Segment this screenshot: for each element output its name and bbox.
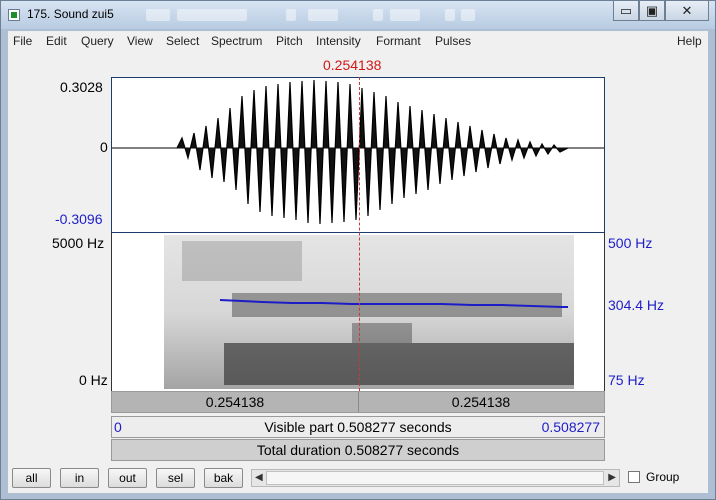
menu-pulses[interactable]: Pulses bbox=[435, 34, 471, 48]
zoom-back-button[interactable]: bak bbox=[204, 468, 243, 488]
total-duration-label: Total duration 0.508277 seconds bbox=[256, 442, 460, 458]
sound-editor-window: 175. Sound zui5 ▭ ▣ ✕ File Edit Query Vi… bbox=[0, 0, 716, 500]
background-taskbar-blur bbox=[308, 9, 338, 21]
window-title: 175. Sound zui5 bbox=[27, 7, 114, 21]
bottom-toolbar: all in out sel bak ◀ ▶ Group bbox=[8, 465, 708, 493]
minimize-button[interactable]: ▭ bbox=[613, 1, 639, 21]
spectrogram-freq-bottom: 0 Hz bbox=[79, 372, 108, 388]
time-selection-bar[interactable]: 0.254138 0.254138 bbox=[111, 391, 605, 413]
background-taskbar-blur bbox=[461, 9, 475, 21]
menu-help[interactable]: Help bbox=[677, 34, 702, 48]
menu-file[interactable]: File bbox=[13, 34, 32, 48]
spectrogram-svg bbox=[164, 235, 574, 389]
group-label: Group bbox=[646, 470, 680, 484]
menu-pitch[interactable]: Pitch bbox=[276, 34, 303, 48]
waveform-y-zero: 0 bbox=[100, 139, 108, 155]
menu-query[interactable]: Query bbox=[81, 34, 114, 48]
zoom-out-button[interactable]: out bbox=[108, 468, 147, 488]
left-segment-label[interactable]: 0.254138 bbox=[112, 392, 359, 412]
maximize-icon: ▣ bbox=[645, 2, 659, 18]
spectrogram-panel[interactable] bbox=[111, 233, 605, 391]
zoom-all-button[interactable]: all bbox=[12, 468, 51, 488]
horizontal-scrollbar[interactable]: ◀ ▶ bbox=[251, 469, 620, 487]
waveform-y-max: 0.3028 bbox=[60, 79, 103, 95]
group-checkbox[interactable] bbox=[628, 471, 640, 483]
pitch-axis-top: 500 Hz bbox=[608, 235, 653, 251]
background-taskbar-blur bbox=[390, 9, 420, 21]
time-cursor bbox=[359, 77, 360, 391]
zoom-in-button[interactable]: in bbox=[60, 468, 99, 488]
spectrogram-freq-top: 5000 Hz bbox=[52, 235, 105, 251]
background-taskbar-blur bbox=[373, 9, 383, 21]
praat-app-icon bbox=[8, 9, 20, 21]
right-segment-label[interactable]: 0.254138 bbox=[358, 392, 604, 412]
cursor-time-label: 0.254138 bbox=[323, 57, 382, 73]
background-taskbar-blur bbox=[445, 9, 455, 21]
title-bar[interactable]: 175. Sound zui5 ▭ ▣ ✕ bbox=[1, 1, 715, 29]
minimize-icon: ▭ bbox=[619, 2, 633, 18]
waveform-panel[interactable] bbox=[111, 77, 605, 233]
scroll-right-icon[interactable]: ▶ bbox=[608, 472, 616, 483]
close-icon: ✕ bbox=[681, 2, 693, 18]
menu-spectrum[interactable]: Spectrum bbox=[211, 34, 262, 48]
menu-view[interactable]: View bbox=[127, 34, 153, 48]
maximize-button[interactable]: ▣ bbox=[639, 1, 665, 21]
editor-area: 0.254138 0.3028 0 -0.3096 5000 Hz 0 Hz 5… bbox=[8, 51, 708, 493]
pitch-axis-bottom: 75 Hz bbox=[608, 372, 645, 388]
menu-edit[interactable]: Edit bbox=[46, 34, 67, 48]
waveform-svg bbox=[112, 79, 604, 225]
visible-part-label: Visible part 0.508277 seconds bbox=[264, 419, 452, 435]
total-duration-bar[interactable]: Total duration 0.508277 seconds bbox=[111, 439, 605, 461]
scroll-left-icon[interactable]: ◀ bbox=[255, 472, 263, 483]
background-taskbar-blur bbox=[286, 9, 296, 21]
background-taskbar-blur bbox=[146, 9, 170, 21]
scroll-thumb[interactable] bbox=[266, 471, 604, 485]
menu-bar: File Edit Query View Select Spectrum Pit… bbox=[8, 31, 708, 52]
close-button[interactable]: ✕ bbox=[665, 1, 709, 21]
pitch-current-value: 304.4 Hz bbox=[608, 297, 665, 313]
menu-select[interactable]: Select bbox=[166, 34, 199, 48]
menu-formant[interactable]: Formant bbox=[376, 34, 421, 48]
waveform-y-min: -0.3096 bbox=[55, 211, 103, 227]
visible-part-bar[interactable]: 0 Visible part 0.508277 seconds 0.508277 bbox=[111, 416, 605, 438]
menu-intensity[interactable]: Intensity bbox=[316, 34, 361, 48]
zoom-selection-button[interactable]: sel bbox=[156, 468, 195, 488]
visible-end: 0.508277 bbox=[541, 419, 600, 435]
background-taskbar-blur bbox=[177, 9, 247, 21]
